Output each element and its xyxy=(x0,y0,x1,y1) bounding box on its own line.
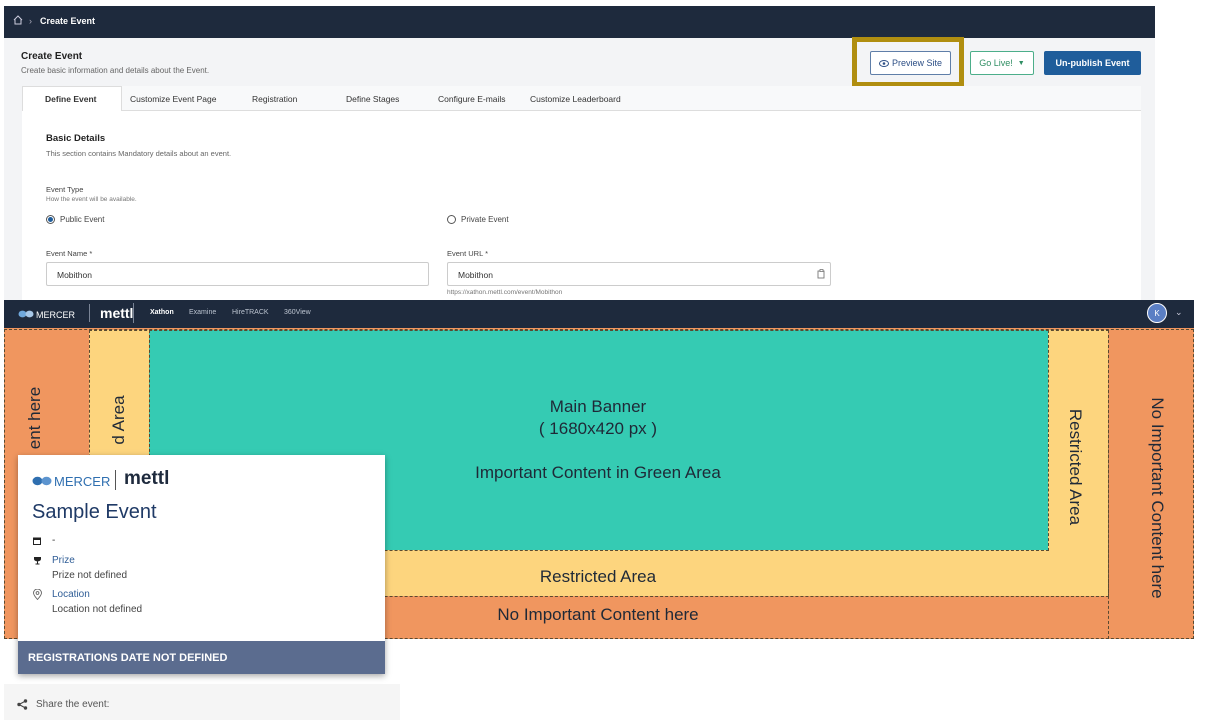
private-event-label: Private Event xyxy=(461,215,509,224)
copy-icon[interactable] xyxy=(817,269,826,279)
card-event-title: Sample Event xyxy=(32,501,157,523)
preview-site-label: Preview Site xyxy=(891,58,943,68)
card-brand-divider xyxy=(115,470,116,490)
page-title: Create Event xyxy=(21,51,83,62)
caret-down-icon: ▼ xyxy=(1017,59,1025,67)
nav-link-examine[interactable]: Examine xyxy=(189,309,216,316)
tab-registration[interactable]: Registration xyxy=(252,94,297,104)
card-mercer-brand: MERCER xyxy=(54,474,111,489)
calendar-icon xyxy=(33,537,41,545)
radio-unchecked-icon xyxy=(447,215,456,224)
breadcrumb-separator-icon: › xyxy=(29,16,32,26)
nav-link-360view[interactable]: 360View xyxy=(284,309,311,316)
card-prize-label: Prize xyxy=(52,555,75,566)
registration-date-bar: REGISTRATIONS DATE NOT DEFINED xyxy=(18,641,385,674)
private-event-radio[interactable]: Private Event xyxy=(447,215,509,224)
tab-customize-event-page[interactable]: Customize Event Page xyxy=(130,94,216,104)
public-event-radio[interactable]: Public Event xyxy=(46,215,104,224)
page-subtitle: Create basic information and details abo… xyxy=(21,66,210,75)
unpublish-label: Un-publish Event xyxy=(1055,58,1130,68)
tab-configure-emails[interactable]: Configure E-mails xyxy=(438,94,506,104)
basic-details-title: Basic Details xyxy=(46,133,106,144)
tab-customize-leaderboard[interactable]: Customize Leaderboard xyxy=(530,94,621,104)
card-date: - xyxy=(52,535,56,546)
right-guide-line xyxy=(1108,330,1109,639)
eye-icon xyxy=(878,59,889,67)
event-type-hint: How the event will be available. xyxy=(46,196,137,203)
event-url-input[interactable]: Mobithon xyxy=(447,262,831,286)
basic-details-subtitle: This section contains Mandatory details … xyxy=(46,149,232,158)
mettl-logo: mettl xyxy=(100,305,134,321)
event-name-label: Event Name * xyxy=(46,249,93,258)
card-mettl-logo: mettl xyxy=(124,468,170,489)
event-type-label: Event Type xyxy=(46,185,84,194)
home-icon[interactable] xyxy=(13,15,23,25)
restricted-bottom-text: Restricted Area xyxy=(539,567,657,586)
tab-define-event[interactable]: Define Event xyxy=(45,94,97,104)
tab-define-stages[interactable]: Define Stages xyxy=(346,94,399,104)
left-inner-partial-text: d Area xyxy=(109,395,128,445)
card-location-value: Location not defined xyxy=(52,604,143,615)
location-pin-icon xyxy=(33,589,42,600)
event-url-value: Mobithon xyxy=(458,270,493,280)
nav-link-xathon[interactable]: Xathon xyxy=(150,309,174,316)
go-live-label: Go Live! xyxy=(979,58,1013,68)
mercer-logo-icon xyxy=(32,476,52,486)
go-live-button[interactable]: Go Live! ▼ xyxy=(970,51,1034,75)
mercer-logo-icon xyxy=(18,310,34,318)
card-prize-value: Prize not defined xyxy=(52,570,128,581)
share-label: Share the event: xyxy=(36,699,110,710)
no-important-bottom-text: No Important Content here xyxy=(497,605,699,624)
admin-top-bar: › Create Event xyxy=(4,6,1155,38)
registration-date-text: REGISTRATIONS DATE NOT DEFINED xyxy=(28,652,228,664)
card-location-label: Location xyxy=(52,589,90,600)
breadcrumb-current: Create Event xyxy=(40,16,96,26)
share-icon[interactable] xyxy=(17,699,28,710)
restricted-right-text: Restricted Area xyxy=(1066,408,1085,526)
radio-checked-icon xyxy=(46,215,55,224)
unpublish-event-button[interactable]: Un-publish Event xyxy=(1044,51,1141,75)
chevron-down-icon[interactable]: ⌄ xyxy=(1175,307,1183,318)
brand-divider xyxy=(89,304,90,322)
banner-important-text: Important Content in Green Area xyxy=(475,463,721,482)
left-outer-partial-text: ent here xyxy=(25,386,44,450)
public-event-label: Public Event xyxy=(60,215,105,224)
banner-size: ( 1680x420 px ) xyxy=(538,419,658,438)
event-name-input[interactable]: Mobithon xyxy=(46,262,429,286)
mercer-nav-bar: MERCER mettl Xathon Examine HireTRACK 36… xyxy=(4,300,1194,328)
user-avatar[interactable]: K xyxy=(1147,303,1167,323)
preview-site-button[interactable]: Preview Site xyxy=(870,51,951,75)
nav-divider xyxy=(133,303,134,323)
banner-title: Main Banner xyxy=(549,397,647,416)
trophy-icon xyxy=(34,557,41,565)
mercer-brand: MERCER xyxy=(36,310,76,320)
no-important-right-text: No Important Content here xyxy=(1148,397,1167,599)
event-url-hint: https://xathon.mettl.com/event/Mobithon xyxy=(447,289,563,296)
event-url-label: Event URL * xyxy=(447,249,488,258)
nav-link-hiretrack[interactable]: HireTRACK xyxy=(232,309,269,316)
